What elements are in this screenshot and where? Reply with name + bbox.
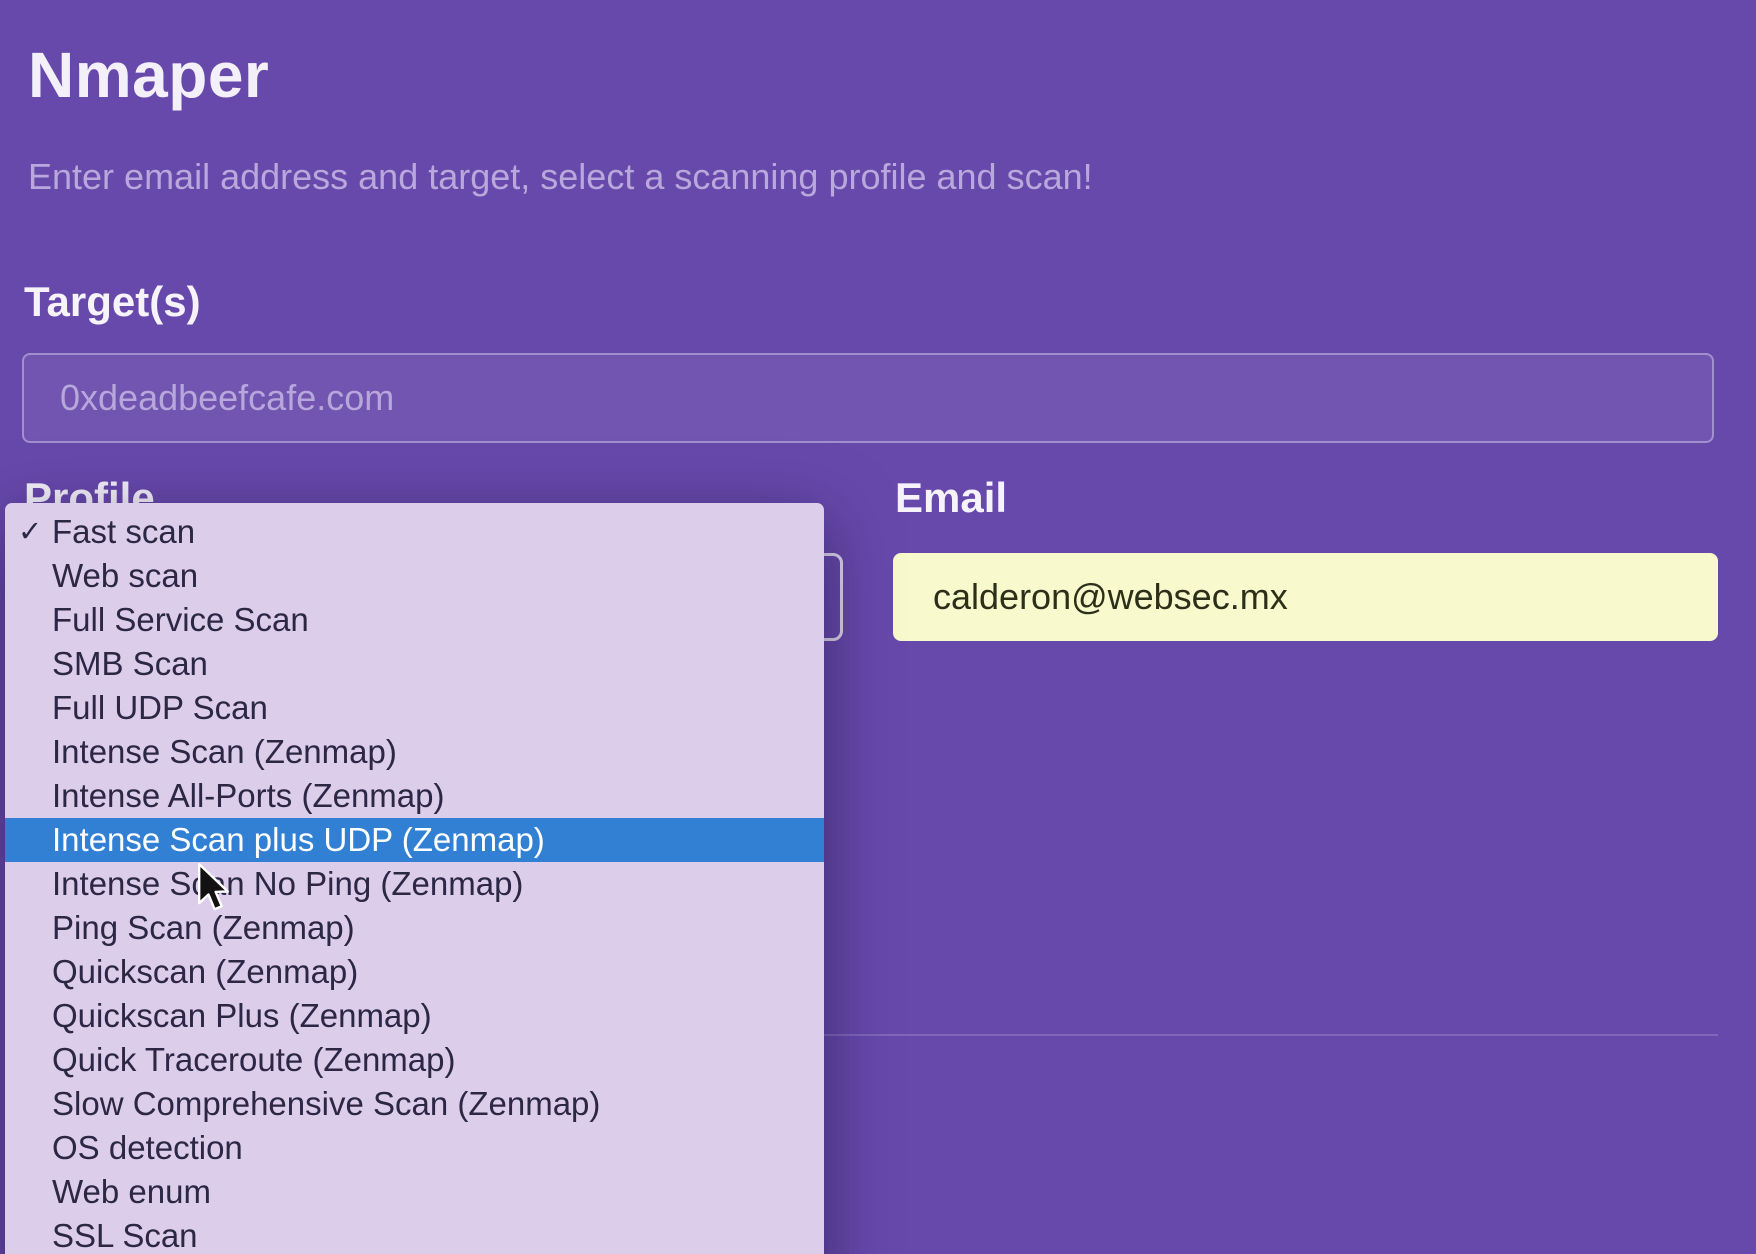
dropdown-option[interactable]: Intense Scan No Ping (Zenmap) xyxy=(5,862,824,906)
dropdown-option-label: Full UDP Scan xyxy=(52,689,268,726)
dropdown-option[interactable]: Intense Scan plus UDP (Zenmap) xyxy=(5,818,824,862)
dropdown-option[interactable]: Full UDP Scan xyxy=(5,686,824,730)
dropdown-option[interactable]: SMB Scan xyxy=(5,642,824,686)
checkmark-icon: ✓ xyxy=(18,516,43,548)
dropdown-option[interactable]: Intense Scan (Zenmap) xyxy=(5,730,824,774)
page-title: Nmaper xyxy=(28,39,270,111)
dropdown-option[interactable]: Intense All-Ports (Zenmap) xyxy=(5,774,824,818)
dropdown-option[interactable]: OS detection xyxy=(5,1126,824,1170)
dropdown-option-label: OS detection xyxy=(52,1129,243,1166)
profile-dropdown-menu: ✓ Fast scan Web scan Full Service Scan S… xyxy=(5,503,824,1254)
dropdown-option[interactable]: Quickscan Plus (Zenmap) xyxy=(5,994,824,1038)
dropdown-option[interactable]: Quickscan (Zenmap) xyxy=(5,950,824,994)
dropdown-option-label: SSL Scan xyxy=(52,1217,198,1254)
dropdown-option-label: Web scan xyxy=(52,557,199,594)
mouse-cursor-icon xyxy=(197,862,229,911)
dropdown-option-label: Slow Comprehensive Scan (Zenmap) xyxy=(52,1085,601,1122)
dropdown-option-label: Intense Scan No Ping (Zenmap) xyxy=(52,865,524,902)
dropdown-option[interactable]: Ping Scan (Zenmap) xyxy=(5,906,824,950)
dropdown-option-label: Intense All-Ports (Zenmap) xyxy=(52,777,445,814)
dropdown-option[interactable]: SSL Scan xyxy=(5,1214,824,1254)
dropdown-option[interactable]: Quick Traceroute (Zenmap) xyxy=(5,1038,824,1082)
dropdown-option-label: Ping Scan (Zenmap) xyxy=(52,909,355,946)
dropdown-option-label: Intense Scan plus UDP (Zenmap) xyxy=(52,821,545,858)
page-background: Nmaper Enter email address and target, s… xyxy=(0,0,1756,1254)
dropdown-option-label: Full Service Scan xyxy=(52,601,309,638)
dropdown-option-label: Quickscan (Zenmap) xyxy=(52,953,359,990)
dropdown-option-label: SMB Scan xyxy=(52,645,208,682)
email-input[interactable] xyxy=(893,553,1718,641)
dropdown-option-label: Quickscan Plus (Zenmap) xyxy=(52,997,432,1034)
target-input[interactable] xyxy=(22,353,1714,443)
dropdown-option[interactable]: Full Service Scan xyxy=(5,598,824,642)
dropdown-option[interactable]: Web enum xyxy=(5,1170,824,1214)
dropdown-option-label: Fast scan xyxy=(52,513,196,550)
page-subtitle: Enter email address and target, select a… xyxy=(28,156,1093,197)
dropdown-option-label: Web enum xyxy=(52,1173,211,1210)
dropdown-option[interactable]: ✓ Fast scan xyxy=(5,510,824,554)
target-label: Target(s) xyxy=(24,278,201,325)
email-label: Email xyxy=(895,474,1008,521)
dropdown-option[interactable]: Slow Comprehensive Scan (Zenmap) xyxy=(5,1082,824,1126)
dropdown-option[interactable]: Web scan xyxy=(5,554,824,598)
dropdown-option-label: Quick Traceroute (Zenmap) xyxy=(52,1041,456,1078)
dropdown-option-label: Intense Scan (Zenmap) xyxy=(52,733,397,770)
